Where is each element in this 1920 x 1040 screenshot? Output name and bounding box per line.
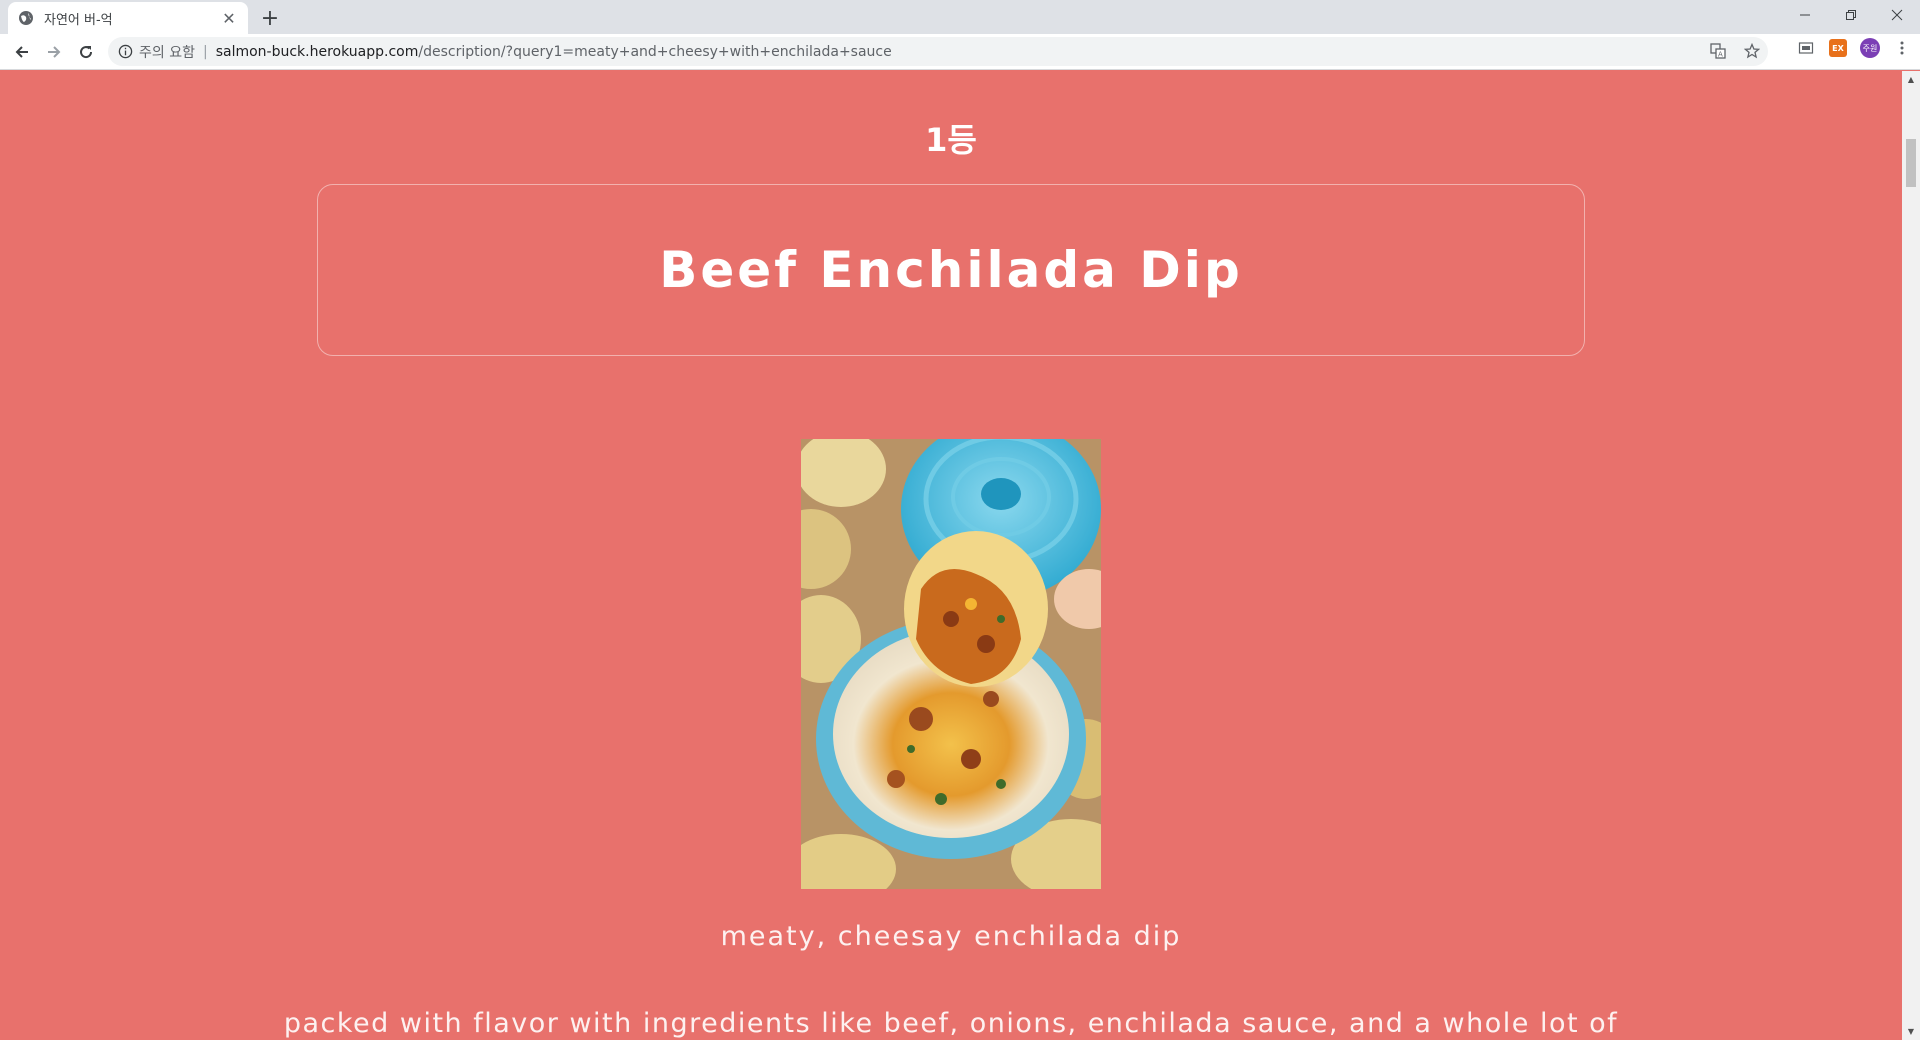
address-bar[interactable]: 주의 요함 | salmon-buck.herokuapp.com/descri…: [108, 37, 1768, 66]
menu-kebab-icon[interactable]: [1892, 38, 1912, 58]
separator: |: [202, 43, 208, 60]
close-icon[interactable]: ✕: [220, 9, 238, 28]
star-icon[interactable]: [1742, 41, 1762, 61]
toolbar-extensions: EX 주원: [1796, 38, 1912, 58]
extension-badge: EX: [1829, 39, 1847, 57]
extension-icon[interactable]: EX: [1828, 38, 1848, 58]
minimize-icon[interactable]: [1782, 0, 1828, 30]
security-indicator[interactable]: 주의 요함 |: [118, 42, 216, 62]
page-content: 1등 Beef Enchilada Dip meaty, cheesay enc…: [0, 71, 1902, 1040]
translate-icon[interactable]: A: [1708, 41, 1728, 61]
rank-label: 1등: [925, 121, 977, 159]
url-host: salmon-buck.herokuapp.com: [215, 43, 419, 60]
plus-icon[interactable]: +: [258, 6, 282, 31]
globe-icon: [18, 10, 34, 26]
scrollbar[interactable]: ▲ ▼: [1902, 71, 1920, 1040]
info-icon: [118, 44, 133, 59]
security-label: 주의 요함: [139, 44, 195, 61]
browser-tab[interactable]: 자연어 버-억 ✕: [8, 2, 248, 34]
profile-avatar[interactable]: 주원: [1860, 38, 1880, 58]
svg-text:A: A: [1718, 51, 1723, 59]
avatar: 주원: [1860, 38, 1880, 58]
recipe-description: packed with flavor with ingredients like…: [283, 1008, 1619, 1039]
restore-icon[interactable]: [1828, 0, 1874, 30]
browser-toolbar: 주의 요함 | salmon-buck.herokuapp.com/descri…: [0, 34, 1920, 70]
window-controls: [1782, 0, 1920, 30]
window-close-icon[interactable]: [1874, 0, 1920, 30]
recipe-photo: [801, 439, 1101, 889]
omnibox-actions: A: [1708, 41, 1762, 61]
reload-icon[interactable]: [70, 36, 102, 68]
scroll-down-icon[interactable]: ▼: [1902, 1023, 1920, 1040]
url-path: /description/?query1=meaty+and+cheesy+wi…: [418, 43, 892, 60]
back-arrow-icon[interactable]: [6, 36, 38, 68]
scroll-thumb[interactable]: [1906, 139, 1916, 187]
cast-icon[interactable]: [1796, 38, 1816, 58]
scroll-up-icon[interactable]: ▲: [1902, 71, 1920, 88]
title-card: Beef Enchilada Dip: [317, 184, 1585, 356]
tab-strip: 자연어 버-억 ✕ +: [0, 0, 1920, 34]
tab-title: 자연어 버-억: [44, 12, 113, 28]
recipe-caption: meaty, cheesay enchilada dip: [720, 921, 1182, 952]
recipe-title: Beef Enchilada Dip: [659, 241, 1243, 299]
forward-arrow-icon[interactable]: [38, 36, 70, 68]
url-text[interactable]: salmon-buck.herokuapp.com/description/?q…: [216, 44, 892, 60]
